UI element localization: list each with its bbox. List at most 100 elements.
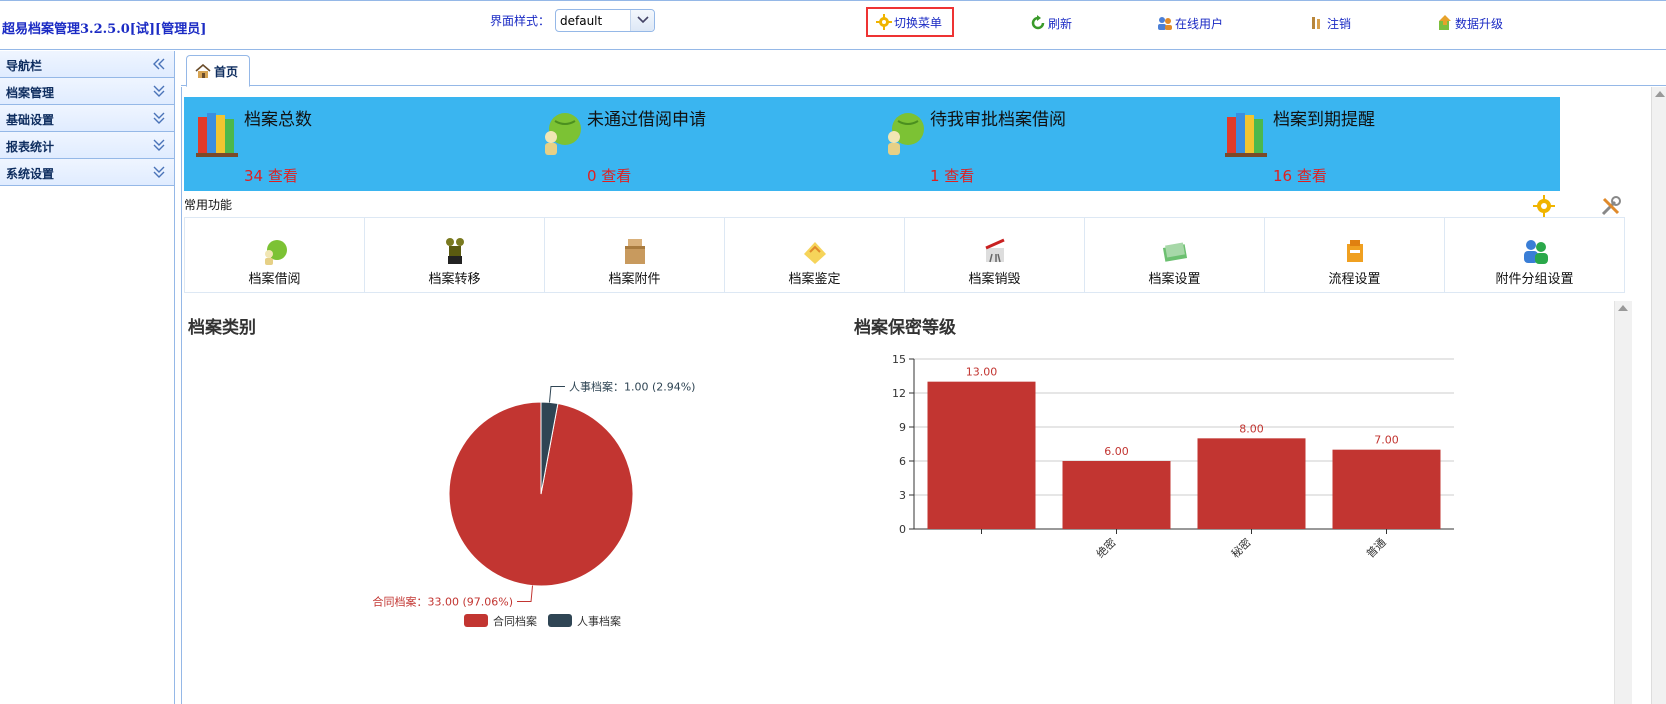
sidebar-item-system-settings[interactable]: 系统设置 (0, 159, 174, 186)
func-attachment-group-settings[interactable]: 附件分组设置 (1445, 218, 1624, 292)
pie-chart: 合同档案：33.00 (97.06%) 人事档案：1.00 (2.94%) 合同档案… (373, 379, 696, 628)
refresh-button[interactable]: 刷新 (1030, 13, 1072, 33)
func-archive-settings[interactable]: 档案设置 (1085, 218, 1265, 292)
stat-count-link[interactable]: 0 查看 (587, 165, 631, 186)
appraisal-icon (803, 242, 826, 264)
sidebar-item-label: 基础设置 (6, 113, 55, 127)
bar[interactable] (927, 381, 1036, 529)
pie-data-label: 人事档案：1.00 (2.94%) (569, 379, 696, 393)
online-users-label: 在线用户 (1175, 16, 1224, 31)
scroll-up-icon[interactable] (1618, 305, 1628, 311)
stat-card-expiry-reminder[interactable]: 档案到期提醒 16 查看 (1213, 97, 1560, 191)
legend-swatch[interactable] (464, 614, 488, 627)
switch-menu-button[interactable]: 切换菜单 (866, 7, 955, 37)
globe-person-icon (888, 113, 924, 155)
upgrade-icon (1439, 15, 1451, 30)
func-archive-borrow[interactable]: 档案借阅 (185, 218, 365, 292)
charts-panel: 档案类别 合同档案：33.00 (97.06%) 人事档案：1.00 (2.94%… (184, 301, 1632, 704)
sidebar-item-label: 报表统计 (6, 140, 55, 154)
double-chevron-down-icon (153, 85, 165, 97)
users-icon (1158, 17, 1172, 30)
func-archive-attachment[interactable]: 档案附件 (545, 218, 725, 292)
logout-label: 注销 (1327, 16, 1352, 31)
scroll-up-icon[interactable] (1655, 91, 1665, 97)
bar-value-label: 13.00 (966, 366, 998, 379)
legend-swatch[interactable] (548, 614, 572, 627)
func-archive-destroy[interactable]: 档案销毁 (905, 218, 1085, 292)
stat-card-rejected-borrow[interactable]: 未通过借阅申请 0 查看 (527, 97, 874, 191)
style-label: 界面样式： (490, 14, 551, 28)
inner-scrollbar[interactable] (1614, 301, 1632, 704)
bar-value-label: 6.00 (1104, 445, 1129, 458)
app-title: 超易档案管理3.2.5.0[试][管理员] (2, 22, 207, 37)
pie-label-line (517, 585, 534, 603)
stat-title: 未通过借阅申请 (587, 110, 706, 130)
func-label: 档案鉴定 (788, 272, 841, 287)
workflow-icon (1346, 240, 1363, 262)
sidebar-item-nav[interactable]: 导航栏 (0, 51, 174, 78)
y-tick-label: 0 (899, 523, 906, 536)
group-users-icon (1523, 240, 1548, 264)
double-chevron-down-icon (153, 166, 165, 178)
func-label: 档案附件 (608, 272, 661, 287)
stat-count-link[interactable]: 16 查看 (1273, 165, 1327, 186)
sidebar-item-label: 导航栏 (6, 59, 43, 73)
x-tick-label: 秘密 (1228, 535, 1253, 560)
tab-home-label: 首页 (214, 64, 239, 79)
bar[interactable] (1197, 438, 1306, 529)
func-archive-transfer[interactable]: 档案转移 (365, 218, 545, 292)
func-label: 档案销毁 (968, 272, 1021, 287)
legend-label[interactable]: 合同档案 (493, 614, 537, 628)
gear-icon (876, 14, 892, 30)
logout-button[interactable]: 注销 (1309, 13, 1351, 33)
double-chevron-down-icon (153, 112, 165, 124)
bar[interactable] (1062, 461, 1171, 529)
double-chevron-left-icon[interactable] (152, 57, 166, 71)
books-icon (196, 113, 238, 157)
data-upgrade-button[interactable]: 数据升级 (1437, 13, 1503, 33)
stat-card-pending-approval[interactable]: 待我审批档案借阅 1 查看 (870, 97, 1217, 191)
func-label: 档案设置 (1148, 272, 1201, 287)
pie-label-line (548, 385, 565, 403)
online-users-button[interactable]: 在线用户 (1157, 13, 1223, 33)
stat-count-link[interactable]: 1 查看 (930, 165, 974, 186)
bar-chart: 0 3 6 9 12 15 13.00 6.00 绝密 8.00 秘密 7.00 普通 (892, 353, 1454, 561)
tools-icon[interactable] (1600, 195, 1622, 217)
tab-home[interactable]: 首页 (186, 55, 250, 87)
bar-value-label: 8.00 (1239, 422, 1264, 435)
sidebar-item-basic-settings[interactable]: 基础设置 (0, 105, 174, 132)
legend-label[interactable]: 人事档案 (577, 614, 621, 628)
stat-card-total[interactable]: 档案总数 34 查看 (184, 97, 531, 191)
x-tick-label: 普通 (1363, 535, 1388, 560)
sidebar: 导航栏 档案管理 基础设置 报表统计 系统设置 (0, 51, 175, 704)
func-archive-appraisal[interactable]: 档案鉴定 (725, 218, 905, 292)
bar[interactable] (1332, 449, 1441, 529)
gear-icon[interactable] (1533, 195, 1555, 217)
func-workflow-settings[interactable]: 流程设置 (1265, 218, 1445, 292)
chevron-down-icon[interactable] (630, 10, 654, 31)
stat-title: 档案到期提醒 (1273, 110, 1375, 130)
attachment-box-icon (624, 239, 645, 264)
refresh-icon (1031, 15, 1045, 30)
y-tick-label: 12 (892, 387, 906, 400)
stat-title: 档案总数 (244, 110, 312, 130)
y-tick-label: 9 (899, 421, 906, 434)
y-tick-label: 15 (892, 353, 906, 366)
func-label: 附件分组设置 (1495, 272, 1574, 287)
stat-count-link[interactable]: 34 查看 (244, 165, 298, 186)
sidebar-item-archive-manage[interactable]: 档案管理 (0, 78, 174, 105)
x-tick-label: 绝密 (1093, 535, 1118, 560)
bar-value-label: 7.00 (1374, 434, 1399, 447)
style-select[interactable]: default (555, 9, 655, 32)
pie-data-label: 合同档案：33.00 (97.06%) (373, 595, 514, 609)
destroy-icon (984, 238, 1005, 263)
sidebar-item-label: 系统设置 (6, 167, 55, 181)
main-scrollbar[interactable] (1651, 87, 1666, 704)
borrow-icon (264, 240, 287, 265)
bar-chart-title: 档案保密等级 (854, 318, 956, 338)
sidebar-item-reports[interactable]: 报表统计 (0, 132, 174, 159)
common-functions-row: 档案借阅 档案转移 档案附件 档案鉴定 档案销毁 档案设置 流程设置 附件分组设… (184, 217, 1625, 293)
double-chevron-down-icon (153, 139, 165, 151)
settings-book-icon (1162, 242, 1187, 262)
logout-icon (1312, 17, 1320, 29)
